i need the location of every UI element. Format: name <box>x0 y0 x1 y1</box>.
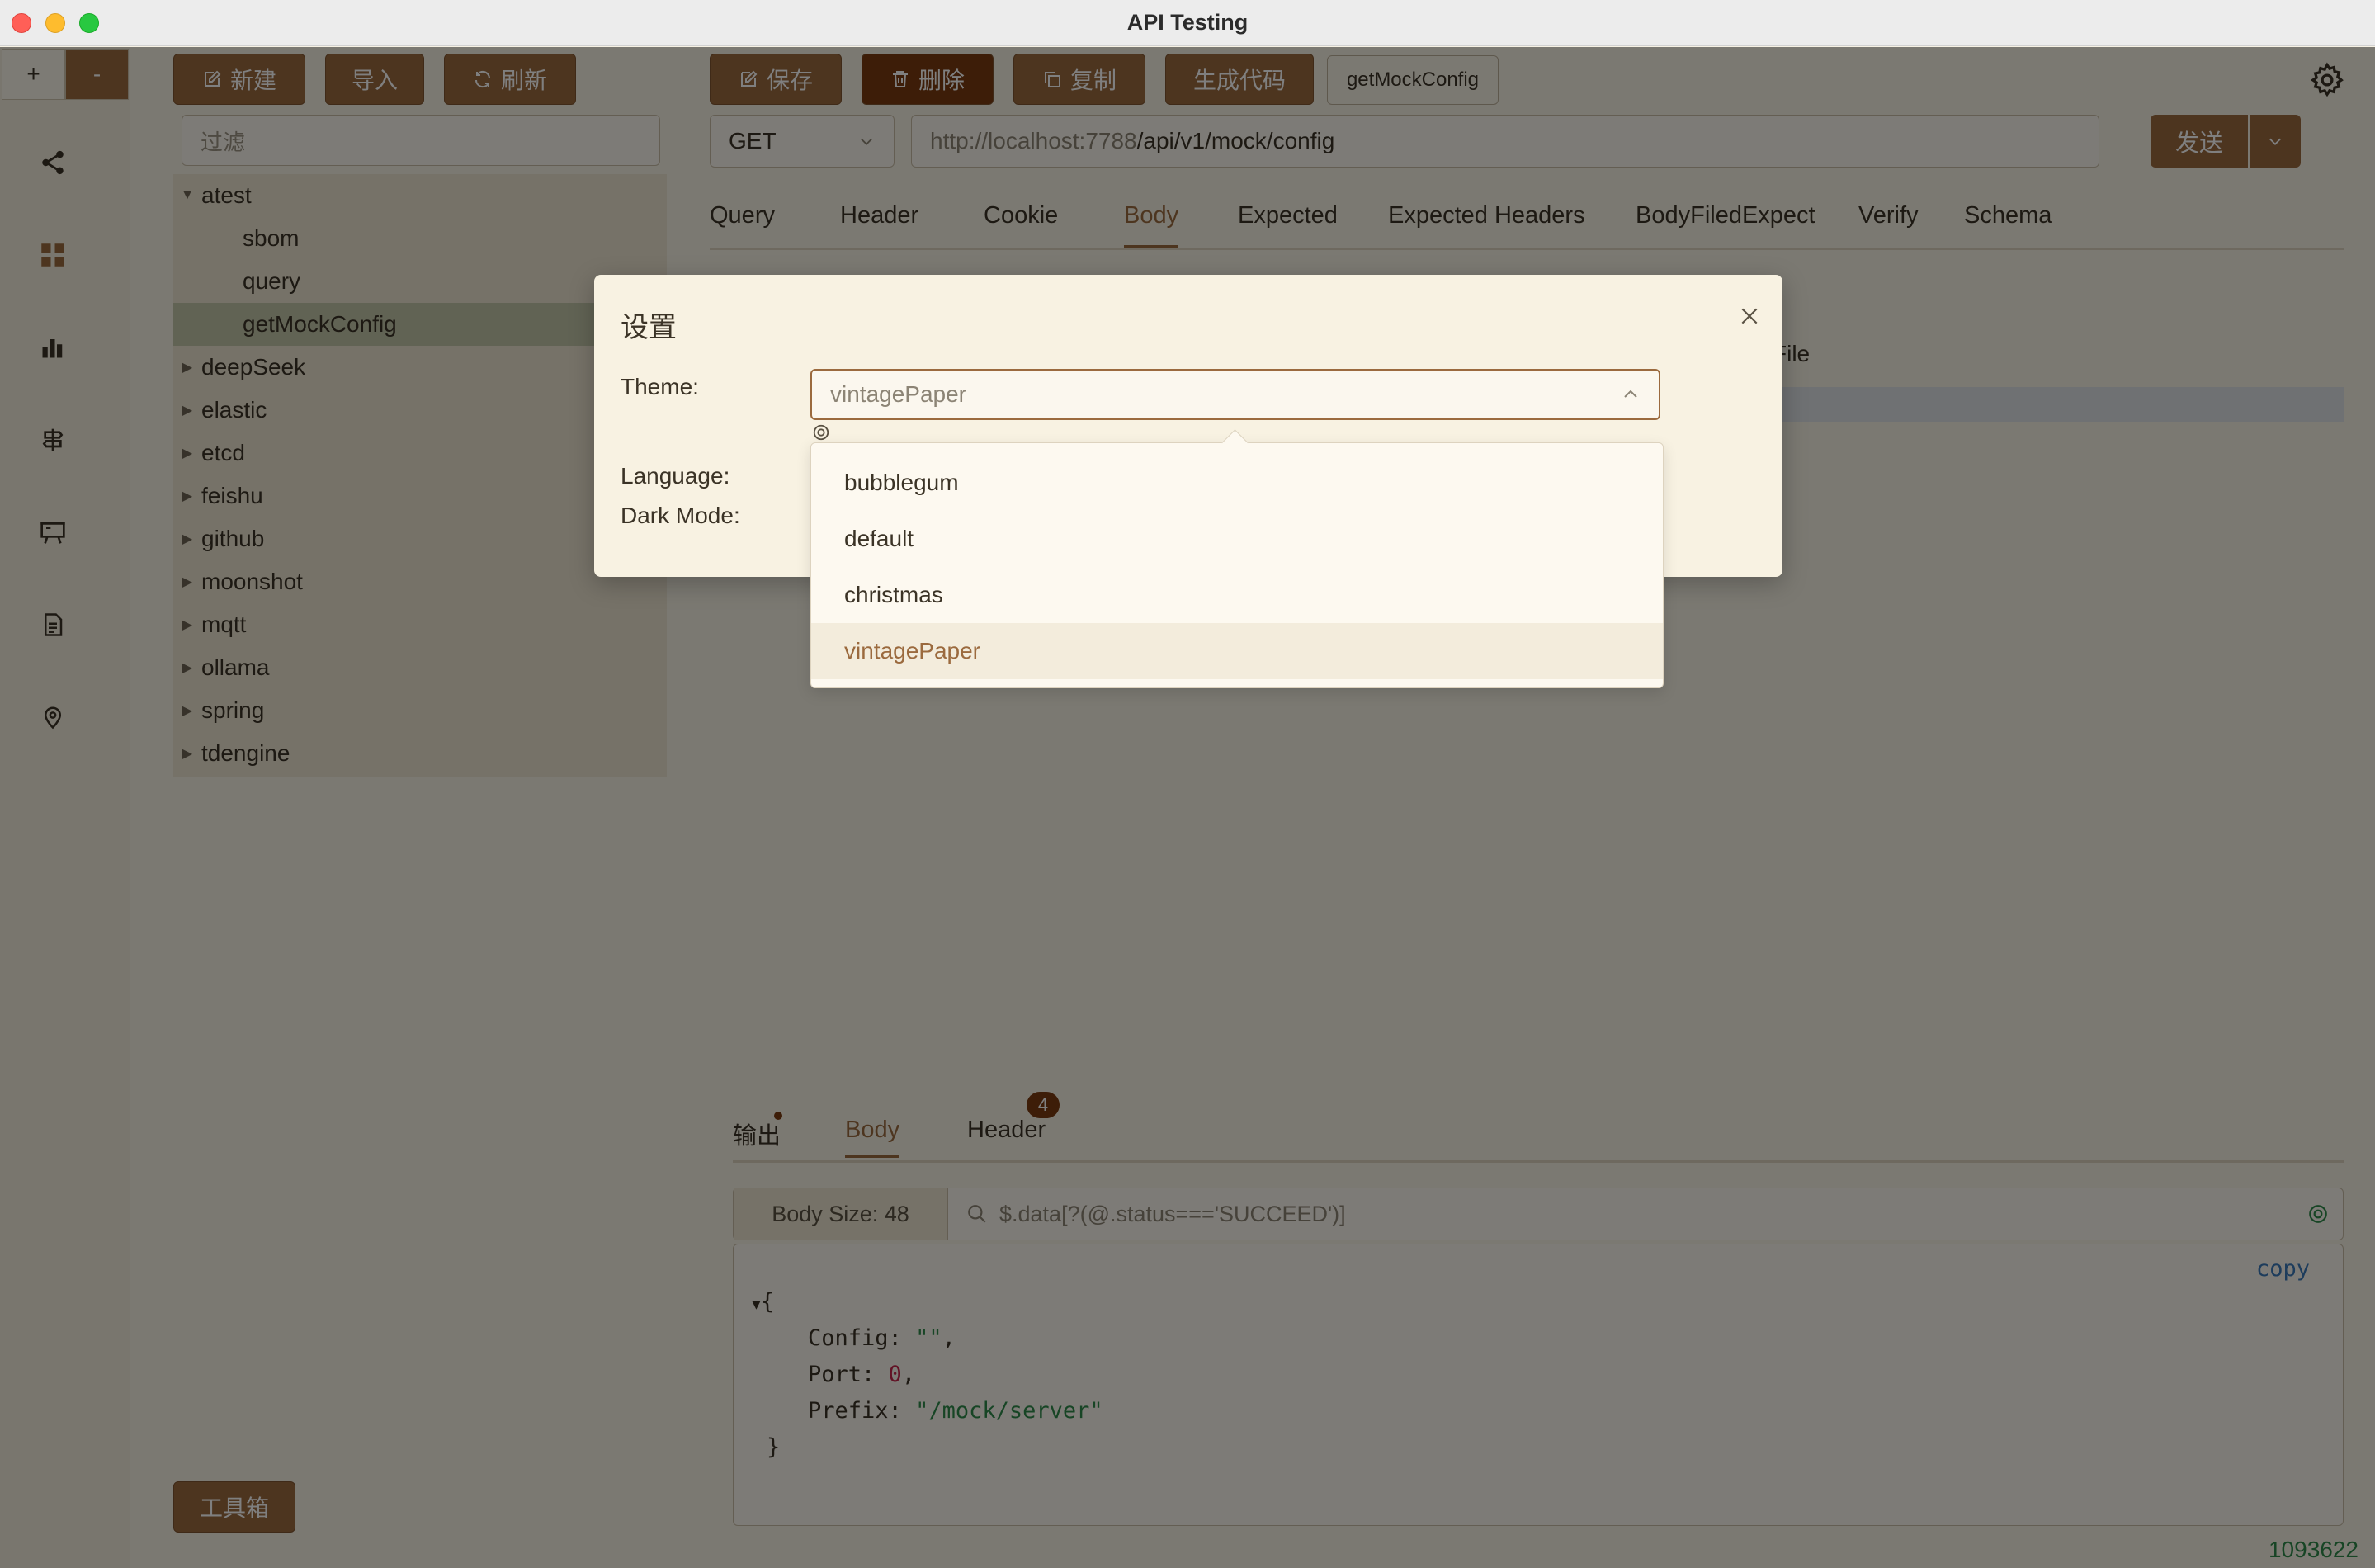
theme-option-vintagepaper[interactable]: vintagePaper <box>811 623 1663 679</box>
theme-option-default[interactable]: default <box>811 511 1663 567</box>
dialog-title: 设置 <box>621 312 677 343</box>
theme-label: Theme: <box>621 374 699 399</box>
chevron-up-icon <box>1624 390 1637 398</box>
theme-value: vintagePaper <box>830 381 967 407</box>
theme-dropdown: bubblegum default christmas vintagePaper <box>810 442 1664 688</box>
theme-option-bubblegum[interactable]: bubblegum <box>811 455 1663 511</box>
title-bar: API Testing <box>0 0 2375 46</box>
window-title: API Testing <box>1126 10 1249 35</box>
palette-icon <box>812 423 830 442</box>
theme-option-christmas[interactable]: christmas <box>811 567 1663 623</box>
close-icon[interactable] <box>1733 300 1766 333</box>
dark-mode-label: Dark Mode: <box>621 503 740 528</box>
language-label: Language: <box>621 463 730 489</box>
theme-select[interactable]: vintagePaper <box>810 369 1660 420</box>
